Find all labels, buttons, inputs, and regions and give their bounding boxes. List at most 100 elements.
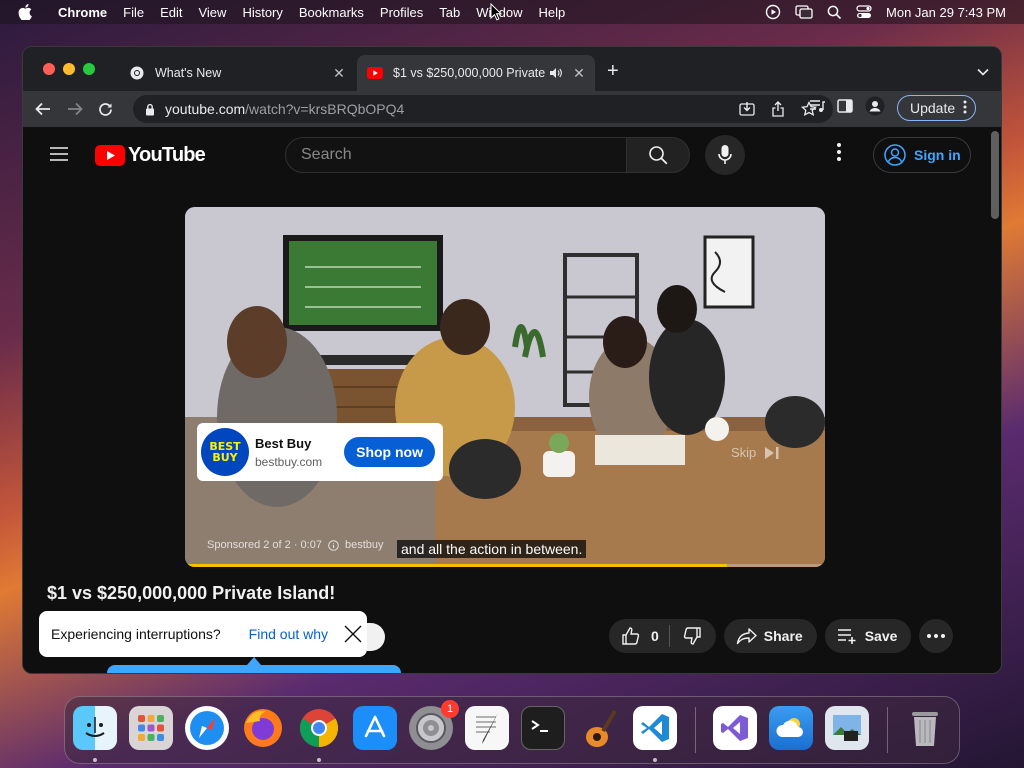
tab-search-chevron-icon[interactable]	[977, 63, 989, 81]
app-store-icon[interactable]	[353, 706, 397, 750]
trash-icon[interactable]	[903, 706, 947, 750]
safari-icon[interactable]	[185, 706, 229, 750]
tab-strip: What's New ✕ $1 vs $250,000,000 Private …	[23, 47, 1001, 91]
menu-clock[interactable]: Mon Jan 29 7:43 PM	[886, 5, 1006, 20]
ad-info-card[interactable]: BEST BUY Best Buy bestbuy.com Shop now	[197, 423, 443, 481]
control-center-icon[interactable]	[856, 5, 872, 19]
zoom-window-button[interactable]	[83, 63, 95, 75]
menu-tab[interactable]: Tab	[439, 5, 460, 20]
settings-badge: 1	[441, 700, 459, 718]
firefox-icon[interactable]	[241, 706, 285, 750]
vscode-icon[interactable]	[633, 706, 677, 750]
like-count: 0	[651, 628, 659, 644]
share-button[interactable]: Share	[723, 619, 817, 653]
close-tab-icon[interactable]: ✕	[571, 65, 587, 82]
sponsor-domain-short[interactable]: bestbuy	[345, 539, 384, 551]
sponsored-text: Sponsored 2 of 2 · 0:07	[207, 539, 322, 551]
menu-bookmarks[interactable]: Bookmarks	[299, 5, 364, 20]
ad-advertiser-block: Best Buy bestbuy.com	[255, 436, 322, 469]
like-button[interactable]: 0	[621, 626, 659, 646]
url-path: /watch?v=krsBRQbOPQ4	[245, 101, 405, 117]
chrome-window: What's New ✕ $1 vs $250,000,000 Private …	[22, 46, 1002, 674]
chrome-app-icon[interactable]	[297, 706, 341, 750]
mouse-cursor-icon	[490, 2, 503, 26]
profile-avatar-icon[interactable]	[865, 96, 885, 121]
guide-menu-icon[interactable]	[49, 146, 69, 167]
textedit-icon[interactable]	[465, 706, 509, 750]
menu-edit[interactable]: Edit	[160, 5, 182, 20]
spotlight-search-icon[interactable]	[827, 5, 842, 20]
preview-icon[interactable]	[825, 706, 869, 750]
dislike-button[interactable]	[682, 626, 716, 646]
tab-youtube-video[interactable]: $1 vs $250,000,000 Private Island! ✕	[357, 55, 595, 91]
launchpad-icon[interactable]	[129, 706, 173, 750]
advertiser-name: Best Buy	[255, 435, 312, 451]
side-panel-icon[interactable]	[837, 98, 853, 118]
menu-profiles[interactable]: Profiles	[380, 5, 423, 20]
search-button[interactable]	[626, 137, 690, 173]
install-app-icon[interactable]	[739, 101, 755, 120]
url-host: youtube.com	[165, 101, 246, 117]
video-actions: 0 Share Save	[609, 619, 954, 653]
more-actions-button[interactable]	[919, 619, 954, 653]
best-buy-logo-text-bottom: BUY	[212, 451, 238, 464]
terminal-icon[interactable]	[521, 706, 565, 750]
screen-mirroring-icon[interactable]	[795, 4, 813, 20]
vscode-running-dot	[653, 758, 657, 762]
ad-progress-fill	[185, 564, 728, 567]
like-dislike-group: 0	[609, 619, 716, 653]
thumbs-down-icon	[683, 627, 701, 645]
browser-toolbar: youtube.com/watch?v=krsBRQbOPQ4 Update	[23, 91, 1001, 127]
settings-menu-icon[interactable]	[837, 143, 841, 166]
skip-ad-button[interactable]: Skip	[731, 445, 780, 460]
share-page-icon[interactable]	[771, 101, 785, 120]
voice-search-button[interactable]	[705, 135, 745, 175]
subscribe-button-partial[interactable]	[367, 623, 385, 651]
site-info-icon[interactable]	[145, 103, 155, 116]
chrome-icon	[129, 65, 145, 81]
finder-icon[interactable]	[73, 706, 117, 750]
reload-button[interactable]	[91, 95, 119, 123]
info-icon[interactable]	[328, 539, 339, 551]
minimize-window-button[interactable]	[63, 63, 75, 75]
close-icon[interactable]	[343, 624, 363, 647]
menu-help[interactable]: Help	[539, 5, 566, 20]
tab-whats-new[interactable]: What's New ✕	[119, 55, 355, 91]
apple-menu-icon[interactable]	[18, 4, 36, 20]
menu-history[interactable]: History	[242, 5, 282, 20]
back-button[interactable]	[29, 95, 57, 123]
update-chrome-button[interactable]: Update	[897, 95, 977, 121]
close-window-button[interactable]	[43, 63, 55, 75]
shop-now-button[interactable]: Shop now	[344, 437, 435, 467]
garageband-icon[interactable]	[577, 706, 621, 750]
page-scrollbar[interactable]	[991, 131, 999, 219]
close-tab-icon[interactable]: ✕	[331, 65, 347, 82]
address-bar[interactable]: youtube.com/watch?v=krsBRQbOPQ4	[133, 95, 833, 123]
update-label: Update	[910, 100, 956, 116]
media-controls-icon[interactable]	[809, 99, 825, 118]
new-tab-button[interactable]: +	[607, 61, 619, 81]
chrome-menu-icon[interactable]	[963, 100, 967, 117]
save-button[interactable]: Save	[824, 619, 912, 653]
dock-separator	[695, 707, 696, 753]
visual-studio-icon[interactable]	[713, 706, 757, 750]
save-playlist-icon	[837, 629, 856, 644]
menu-file[interactable]: File	[123, 5, 144, 20]
youtube-logo[interactable]: YouTube	[95, 144, 206, 167]
video-player[interactable]: BEST BUY Best Buy bestbuy.com Shop now S…	[185, 207, 825, 567]
join-banner-partial[interactable]	[107, 665, 401, 673]
ad-progress-bar[interactable]	[185, 564, 825, 567]
youtube-header: YouTube Search Sign in	[23, 127, 993, 183]
audio-playing-icon[interactable]	[549, 67, 563, 79]
play-circle-icon[interactable]	[765, 4, 781, 20]
find-out-why-link[interactable]: Find out why	[249, 626, 328, 642]
system-settings-icon[interactable]: 1	[409, 700, 459, 750]
menu-app-name[interactable]: Chrome	[58, 5, 107, 20]
search-input[interactable]: Search	[285, 137, 627, 173]
menu-view[interactable]: View	[198, 5, 226, 20]
video-title: $1 vs $250,000,000 Private Island!	[47, 583, 336, 603]
sign-in-button[interactable]: Sign in	[873, 137, 971, 173]
forward-button[interactable]	[61, 95, 89, 123]
search-icon	[649, 146, 668, 165]
weather-icon[interactable]	[769, 706, 813, 750]
